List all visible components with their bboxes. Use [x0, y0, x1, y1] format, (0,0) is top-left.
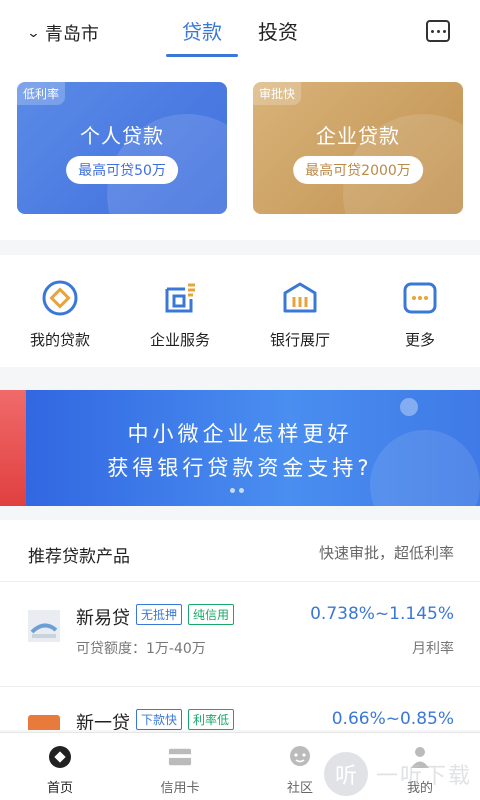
card-title: 企业贷款: [316, 124, 400, 148]
quick-label: 银行展厅: [269, 331, 330, 349]
tabbar-item-credit-card[interactable]: 信用卡: [120, 733, 240, 800]
tabbar-label: 首页: [46, 781, 73, 796]
product-logo-icon: [28, 610, 60, 642]
community-icon: [288, 745, 312, 769]
city-selector[interactable]: ⌄ 青岛市: [26, 20, 99, 46]
quick-entries: 我的贷款 企业服务 银行展厅 更多: [0, 255, 480, 367]
card-tag: 低利率: [17, 82, 66, 105]
banner-line-2: 获得银行贷款资金支持?: [107, 456, 373, 480]
product-rate: 0.738%~1.145%: [310, 604, 454, 624]
chevron-down-icon: ⌄: [26, 25, 41, 41]
section-subtitle: 快速审批，超低利率: [318, 544, 454, 562]
tab-loans[interactable]: 贷款: [166, 16, 238, 57]
tab-invest[interactable]: 投资: [256, 16, 300, 45]
quick-label: 我的贷款: [29, 331, 90, 349]
loan-cards: 低利率 个人贷款 最高可贷50万 审批快 企业贷款 最高可贷2000万: [0, 70, 480, 240]
my-loan-icon: [41, 279, 79, 317]
message-icon[interactable]: [426, 20, 450, 42]
enterprise-service-icon: [161, 279, 199, 317]
city-label: 青岛市: [44, 24, 99, 45]
product-row[interactable]: 新一贷 下款快 利率低 0.66%~0.85%: [0, 686, 480, 730]
watermark-text: 一听下载: [375, 764, 472, 789]
top-tabs: 贷款 投资: [166, 16, 300, 57]
more-icon: [401, 279, 439, 317]
section-header: 推荐贷款产品 快速审批，超低利率: [0, 520, 480, 582]
top-header: ⌄ 青岛市 贷款 投资: [0, 0, 480, 70]
product-row[interactable]: 新易贷 无抵押 纯信用 可贷额度：1万-40万 0.738%~1.145% 月利…: [0, 582, 480, 686]
product-tags: 下款快 利率低: [136, 709, 235, 730]
product-rate-label: 月利率: [412, 641, 454, 657]
quick-label: 企业服务: [149, 331, 210, 349]
product-name: 新一贷: [76, 713, 130, 730]
product-tags: 无抵押 纯信用: [136, 604, 235, 625]
banner-prev-slide: [0, 390, 26, 506]
product-amount: 可贷额度：1万-40万: [76, 641, 206, 657]
product-logo-icon: [28, 715, 60, 730]
home-icon: [48, 745, 72, 769]
credit-card-icon: [168, 745, 192, 769]
tabbar-item-home[interactable]: 首页: [0, 733, 120, 800]
promo-banner[interactable]: 中小微企业怎样更好 获得银行贷款资金支持?: [0, 390, 480, 506]
product-rate: 0.66%~0.85%: [331, 709, 454, 729]
quick-label: 更多: [404, 331, 435, 349]
card-tag: 审批快: [253, 82, 302, 105]
banner-decoration: [400, 398, 418, 416]
bank-hall-icon: [281, 279, 319, 317]
personal-loan-card[interactable]: 低利率 个人贷款 最高可贷50万: [17, 82, 227, 214]
product-tag: 纯信用: [188, 604, 235, 625]
card-limit: 最高可贷2000万: [293, 156, 423, 184]
card-title: 个人贷款: [80, 124, 164, 148]
recommended-products: 推荐贷款产品 快速审批，超低利率 新易贷 无抵押 纯信用 可贷额度：1万-40万…: [0, 520, 480, 730]
banner-line-1: 中小微企业怎样更好: [127, 422, 353, 446]
product-name: 新易贷: [76, 608, 130, 629]
quick-item-bank-hall[interactable]: 银行展厅: [240, 255, 360, 367]
tabbar-label: 社区: [286, 781, 313, 796]
business-loan-card[interactable]: 审批快 企业贷款 最高可贷2000万: [253, 82, 463, 214]
product-tag: 利率低: [188, 709, 235, 730]
card-limit: 最高可贷50万: [66, 156, 178, 184]
product-tag: 无抵押: [136, 604, 183, 625]
quick-item-enterprise[interactable]: 企业服务: [120, 255, 240, 367]
watermark-logo: 听: [323, 752, 368, 796]
quick-item-more[interactable]: 更多: [360, 255, 480, 367]
watermark: 听 一听下载: [323, 752, 472, 796]
quick-item-my-loans[interactable]: 我的贷款: [0, 255, 120, 367]
section-title: 推荐贷款产品: [28, 547, 130, 567]
tabbar-label: 信用卡: [160, 781, 200, 796]
banner-pagination: [230, 488, 244, 493]
product-tag: 下款快: [136, 709, 183, 730]
